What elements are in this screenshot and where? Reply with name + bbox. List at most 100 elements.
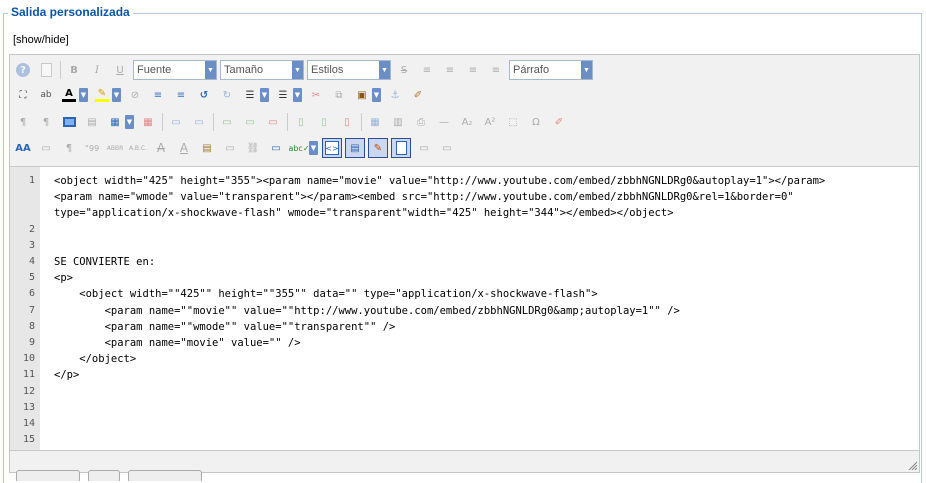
charmap-button[interactable]: Ω [526,112,546,132]
link-button[interactable]: ⛓ [243,138,263,158]
delete-col-button[interactable]: ▯ [314,112,334,132]
code-line-text: <object width=""425"" height=""355"" dat… [54,288,598,301]
insert-col-button[interactable]: ▯ [291,112,311,132]
toolbar-row-4: AA ▭ ¶ “99 ABBR A.B.C. A A ▤ ▭ ⛓ ▭ abc✓ … [13,136,460,160]
clean-format-button[interactable]: ✐ [408,85,428,105]
rtl-button[interactable]: ¶ [36,112,56,132]
styles-select[interactable]: Estilos ▼ [307,60,391,80]
layer-button[interactable]: ▭ [414,138,434,158]
numbered-list-dropdown[interactable]: ▼ [260,85,269,105]
bottom-button[interactable] [16,470,80,481]
styleprops-button[interactable]: AA [13,138,33,158]
source-code-area[interactable]: 1 <object width="425" height="355"><param… [10,166,919,451]
split-cells-button[interactable]: ▦ [365,112,385,132]
highlight-color-button[interactable]: ✎ [92,85,112,105]
attribs-button[interactable]: ▤ [197,138,217,158]
bottom-button[interactable] [88,470,120,481]
paragraph-button[interactable]: ¶ [59,138,79,158]
merge-cells-button[interactable]: ▥ [388,112,408,132]
subscript-button[interactable]: A₂ [457,112,477,132]
bottom-button[interactable] [128,470,202,481]
outdent-button[interactable]: ≡ [171,85,191,105]
resize-handle-icon[interactable] [907,460,917,470]
justify-center-button[interactable]: ≡ [440,60,460,80]
indent-button[interactable]: ≡ [148,85,168,105]
ltr-button[interactable]: ¶ [13,112,33,132]
printer-icon: ⎙ [417,116,425,128]
anchor-button[interactable]: ⚓ [385,85,405,105]
abbr-button[interactable]: ABBR [105,138,125,158]
absolute-button[interactable]: ▭ [437,138,457,158]
table-props-button[interactable]: ▭ [189,112,209,132]
format-select[interactable]: Párrafo ▼ [509,60,593,80]
source-code-button[interactable]: <> [322,138,342,158]
rtl-icon: ¶ [42,116,50,128]
visual-aid-button[interactable]: ⬚ [503,112,523,132]
bullet-list-dropdown[interactable]: ▼ [293,85,302,105]
template-button[interactable]: ▤ [82,112,102,132]
visual-chars-dropdown[interactable]: ▼ [125,112,134,132]
restore-button[interactable] [391,138,411,158]
spellcheck-dropdown[interactable]: ▼ [309,138,318,158]
font-color-dropdown[interactable]: ▼ [79,85,88,105]
media-icon: ▭ [271,142,281,154]
unlink-button[interactable]: ⊘ [125,85,145,105]
code-line-text: </p> [54,369,80,382]
bold-button[interactable]: B [64,60,84,80]
insert-row-icon: ▭ [222,116,232,128]
cut-button[interactable]: ✂ [306,85,326,105]
preview-button[interactable] [59,112,79,132]
justify-right-button[interactable]: ≡ [486,60,506,80]
ins-button[interactable]: A [174,138,194,158]
quote-button[interactable]: “99 [82,138,102,158]
horizontal-rule-button[interactable]: — [434,112,454,132]
copy-button[interactable]: ⧉ [329,85,349,105]
cleanup-button[interactable]: ✐ [549,112,569,132]
undo-button[interactable]: ↺ [194,85,214,105]
new-document-button[interactable] [36,60,56,80]
spellcheck-button[interactable]: abc✓ [288,138,309,158]
superscript-button[interactable]: A² [480,112,500,132]
col-props-button[interactable]: ▯ [337,112,357,132]
cite-button[interactable]: ▭ [36,138,56,158]
font-family-select[interactable]: Fuente ▼ [133,60,217,80]
font-color-button[interactable]: A [59,85,79,105]
print-button[interactable]: ⎙ [411,112,431,132]
code-line-text: <param name=""movie"" value=""http://www… [54,304,680,317]
justify-left-button[interactable]: ≡ [463,60,483,80]
highlight-color-dropdown[interactable]: ▼ [112,85,121,105]
strikethrough-button[interactable]: S [394,60,414,80]
strikethrough-icon: S [400,64,408,76]
delete-row-button[interactable]: ▭ [240,112,260,132]
visual-chars-button[interactable]: ▦ [105,112,125,132]
image-button[interactable]: ▭ [220,138,240,158]
italic-button[interactable]: I [87,60,107,80]
line-number: 13 [22,401,35,413]
underline-button[interactable]: U [110,60,130,80]
fullscreen-button[interactable]: ▤ [345,138,365,158]
remove-format-button[interactable]: ▦ [138,112,158,132]
bullet-list-button[interactable]: ☰ [273,85,293,105]
justify-full-button[interactable]: ≡ [417,60,437,80]
eraser-icon: ✐ [554,116,564,128]
font-size-select[interactable]: Tamaño ▼ [220,60,304,80]
toolbar-separator [162,113,163,131]
numbered-list-button[interactable]: ☰ [240,85,260,105]
paste-button[interactable]: ▣ [352,85,372,105]
show-hide-toggle[interactable]: [show/hide] [13,34,69,46]
redo-button[interactable]: ↻ [217,85,237,105]
paste-dropdown[interactable]: ▼ [372,85,381,105]
replace-button[interactable]: ab [36,85,56,105]
line-number: 6 [28,288,35,300]
toolbar-separator [287,113,288,131]
del-button[interactable]: A [151,138,171,158]
edit-css-button[interactable]: ✎ [368,138,388,158]
insert-row-button[interactable]: ▭ [217,112,237,132]
media-button[interactable]: ▭ [266,138,286,158]
acronym-button[interactable]: A.B.C. [128,138,148,158]
help-button[interactable]: ? [13,60,33,80]
row-props-button[interactable]: ▭ [263,112,283,132]
find-button[interactable]: ⛶ [13,85,33,105]
table-button[interactable]: ▭ [166,112,186,132]
row-props-icon: ▭ [268,116,278,128]
